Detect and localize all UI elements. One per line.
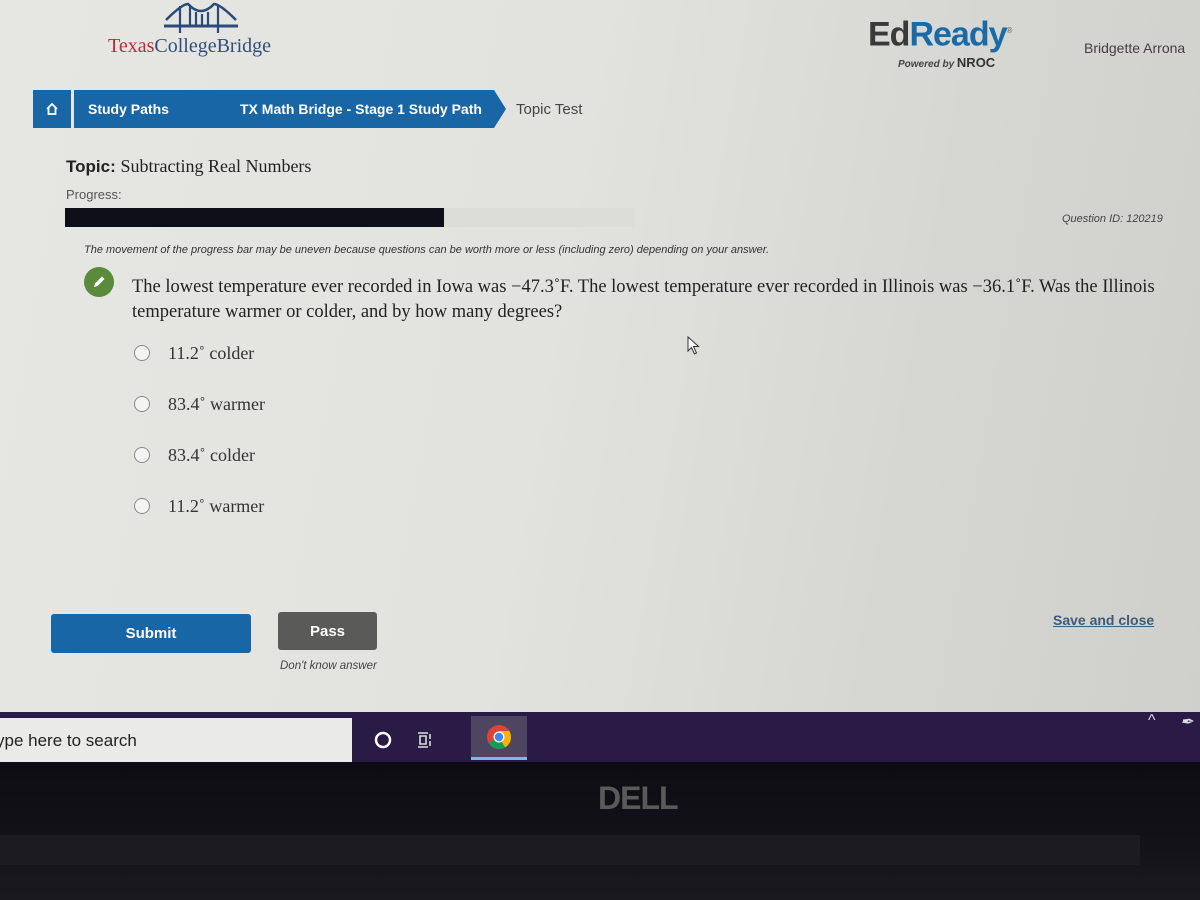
edready-logo[interactable]: EdReady® Powered by NROC xyxy=(868,14,1013,70)
breadcrumb-current: Topic Test xyxy=(516,100,583,118)
chrome-icon xyxy=(487,724,511,749)
option-label: 11.2˚ warmer xyxy=(168,495,265,516)
home-icon xyxy=(46,102,58,115)
progress-label: Progress: xyxy=(66,187,122,202)
cortana-icon xyxy=(374,731,392,749)
nroc-logo: NROC xyxy=(956,55,996,71)
radio-button[interactable] xyxy=(134,345,150,361)
edready-ed: Ed xyxy=(868,15,910,54)
brand-texas: Texas xyxy=(108,35,155,57)
brand-college-bridge: CollegeBridge xyxy=(154,35,271,57)
save-and-close-link[interactable]: Save and close xyxy=(1053,612,1154,628)
trademark: ® xyxy=(1006,26,1013,35)
answer-options: 11.2˚ colder 83.4˚ warmer 83.4˚ colder 1… xyxy=(134,340,265,544)
powered-by: Powered by NROC xyxy=(898,55,1011,70)
mouse-cursor-icon xyxy=(687,336,700,355)
breadcrumb-study-path[interactable]: TX Math Bridge - Stage 1 Study Path xyxy=(206,90,506,128)
chrome-taskbar-button[interactable] xyxy=(471,716,527,760)
question-text: The lowest temperature ever recorded in … xyxy=(132,277,1155,322)
browser-viewport: TexasCollegeBridge EdReady® Powered by N… xyxy=(0,0,1200,712)
user-menu[interactable]: Bridgette Arrona xyxy=(1084,40,1185,56)
option-label: 83.4˚ colder xyxy=(168,444,255,465)
powered-by-label: Powered by xyxy=(898,59,955,71)
option-label: 11.2˚ colder xyxy=(168,342,255,363)
submit-button[interactable]: Submit xyxy=(51,614,251,653)
topic-label: Topic: xyxy=(66,157,116,176)
question-id: Question ID: 120219 xyxy=(1062,213,1163,225)
bridge-icon xyxy=(164,2,238,33)
tray-chevron-icon[interactable]: ^ xyxy=(1148,712,1156,730)
pass-note: Don't know answer xyxy=(280,660,377,672)
breadcrumb: Study Paths TX Math Bridge - Stage 1 Stu… xyxy=(33,88,582,130)
answer-option[interactable]: 11.2˚ warmer xyxy=(134,493,265,519)
progress-note: The movement of the progress bar may be … xyxy=(84,244,770,256)
task-view-icon xyxy=(418,732,431,748)
radio-button[interactable] xyxy=(134,498,150,514)
radio-button[interactable] xyxy=(134,447,150,463)
pen-workspace-icon[interactable]: ✒ xyxy=(1180,712,1193,732)
edready-wordmark: EdReady® xyxy=(868,14,1013,54)
breadcrumb-study-paths[interactable]: Study Paths xyxy=(74,90,224,128)
progress-bar xyxy=(65,208,635,227)
topic-name: Subtracting Real Numbers xyxy=(120,156,312,176)
answer-option[interactable]: 83.4˚ warmer xyxy=(134,391,265,417)
edready-ready: Ready xyxy=(909,15,1007,54)
taskbar-search-input[interactable]: ype here to search xyxy=(0,718,352,763)
cortana-button[interactable] xyxy=(370,727,396,753)
brand-name: TexasCollegeBridge xyxy=(108,35,271,58)
search-placeholder: ype here to search xyxy=(0,730,137,750)
option-label: 83.4˚ warmer xyxy=(168,393,265,414)
texas-college-bridge-logo[interactable]: TexasCollegeBridge xyxy=(108,2,298,58)
monitor-lip xyxy=(0,835,1140,865)
task-view-button[interactable] xyxy=(412,727,438,753)
topic-heading: Topic: Subtracting Real Numbers xyxy=(66,156,311,177)
radio-button[interactable] xyxy=(134,396,150,412)
dell-logo: DELL xyxy=(598,780,679,816)
breadcrumb-home[interactable] xyxy=(33,90,71,128)
progress-bar-fill xyxy=(65,208,445,227)
answer-option[interactable]: 11.2˚ colder xyxy=(134,340,265,366)
question-badge xyxy=(84,267,114,297)
answer-option[interactable]: 83.4˚ colder xyxy=(134,442,265,468)
pass-button[interactable]: Pass xyxy=(278,612,377,650)
pencil-icon xyxy=(94,276,105,287)
